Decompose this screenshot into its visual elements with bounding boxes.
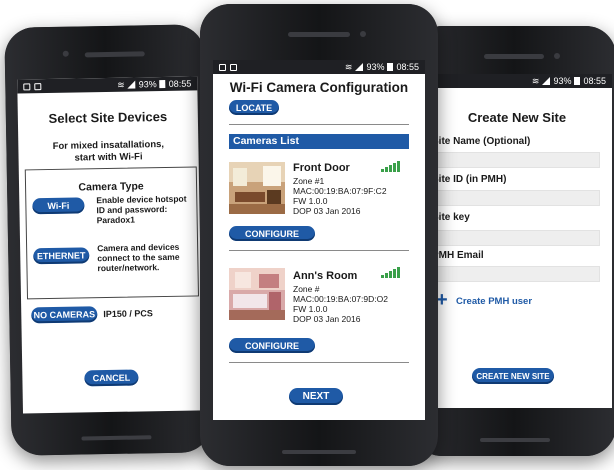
camera-zone: Zone #1 — [293, 176, 325, 186]
wifi-button[interactable]: Wi-Fi — [32, 197, 85, 215]
bedroom-image — [229, 268, 285, 320]
signal-icon — [355, 63, 364, 71]
site-key-field[interactable] — [432, 230, 600, 246]
ethernet-description: Camera and devices connect to the same r… — [97, 242, 180, 273]
ethernet-desc-line-3: router/network. — [97, 262, 160, 274]
anns-room-thumbnail — [229, 268, 285, 320]
cameras-list-header: Cameras List — [229, 134, 409, 149]
page-title: Create New Site — [467, 110, 567, 125]
wifi-icon: ≋ — [117, 79, 125, 90]
camera-mac: MAC:00:19:BA:07:9D:O2 — [293, 294, 388, 304]
camera-mac: MAC:00:19:BA:07:9F:C2 — [293, 186, 387, 196]
signal-icon — [127, 80, 136, 89]
battery-percent: 93% — [366, 62, 385, 72]
configure-button[interactable]: CONFIGURE — [229, 226, 315, 241]
create-pmh-user-link[interactable]: Create PMH user — [456, 296, 532, 307]
signal-icon — [542, 77, 551, 85]
battery-icon — [574, 77, 581, 85]
signal-strength-icon — [381, 160, 400, 172]
pmh-email-label: PMH Email — [432, 250, 484, 261]
create-new-site-button[interactable]: CREATE NEW SITE — [472, 368, 554, 384]
status-time: 08:55 — [396, 62, 419, 72]
site-name-label: Site Name (Optional) — [432, 136, 531, 147]
subtitle-line-2: start with Wi-Fi — [74, 151, 143, 164]
site-id-label: Site ID (in PMH) — [432, 174, 507, 185]
front-camera-icon — [62, 50, 69, 57]
status-bar: ≋ 93% 08:55 — [422, 74, 612, 88]
living-room-image — [229, 162, 285, 214]
create-new-site-screen: ≋ 93% 08:55 Create New Site Site Name (O… — [422, 74, 612, 408]
no-cameras-button[interactable]: NO CAMERAS — [31, 306, 98, 324]
center-phone: ≋ 93% 08:55 Wi-Fi Camera Configuration L… — [200, 4, 438, 466]
status-time: 08:55 — [168, 78, 192, 89]
camera-dop: DOP 03 Jan 2016 — [293, 206, 361, 216]
home-indicator — [480, 438, 550, 442]
battery-percent: 93% — [138, 79, 157, 90]
ethernet-button[interactable]: ETHERNET — [33, 247, 90, 265]
site-name-field[interactable] — [432, 152, 600, 168]
camera-fw: FW 1.0.0 — [293, 304, 328, 314]
home-indicator — [282, 450, 356, 454]
no-cameras-description: IP150 / PCS — [103, 308, 153, 320]
site-id-field[interactable] — [432, 190, 600, 206]
battery-icon — [159, 79, 166, 89]
camera-name: Ann's Room — [293, 270, 358, 282]
camera-details: Zone # MAC:00:19:BA:07:9D:O2 FW 1.0.0 DO… — [293, 284, 388, 324]
page-title: Wi-Fi Camera Configuration — [229, 80, 409, 95]
camera-type-panel: Camera Type Wi-Fi Enable device hotspot … — [24, 166, 199, 300]
wifi-description: Enable device hotspot ID and password: P… — [96, 194, 187, 226]
pmh-email-field[interactable] — [432, 266, 600, 282]
app-notification-icon — [34, 82, 42, 90]
right-phone: ≋ 93% 08:55 Create New Site Site Name (O… — [412, 26, 614, 456]
wifi-desc-line-3: Paradox1 — [96, 214, 136, 226]
front-camera-icon — [360, 31, 366, 37]
camera-name: Front Door — [293, 162, 350, 174]
camera-fw: FW 1.0.0 — [293, 196, 328, 206]
locate-button[interactable]: LOCATE — [229, 100, 279, 115]
wifi-icon: ≋ — [531, 75, 540, 86]
camera-details: Zone #1 MAC:00:19:BA:07:9F:C2 FW 1.0.0 D… — [293, 176, 387, 216]
battery-icon — [387, 63, 394, 71]
status-bar: ≋ 93% 08:55 — [17, 76, 198, 94]
next-button[interactable]: NEXT — [289, 388, 343, 405]
wifi-icon: ≋ — [344, 61, 353, 72]
image-notification-icon — [23, 82, 31, 90]
camera-dop: DOP 03 Jan 2016 — [293, 314, 361, 324]
speaker-grille — [84, 51, 145, 58]
cancel-button[interactable]: CANCEL — [84, 369, 139, 387]
left-phone: ≋ 93% 08:55 Select Site Devices For mixe… — [4, 24, 212, 456]
front-door-thumbnail — [229, 162, 285, 214]
speaker-grille — [288, 32, 350, 37]
battery-percent: 93% — [553, 76, 572, 86]
app-notification-icon — [230, 63, 237, 71]
camera-zone: Zone # — [293, 284, 320, 294]
divider — [229, 250, 409, 251]
status-time: 08:55 — [583, 76, 606, 86]
divider — [229, 362, 409, 363]
speaker-grille — [484, 54, 544, 59]
image-notification-icon — [219, 63, 226, 71]
signal-strength-icon — [381, 266, 400, 278]
select-site-devices-screen: ≋ 93% 08:55 Select Site Devices For mixe… — [17, 76, 203, 414]
camera-type-title: Camera Type — [78, 180, 144, 194]
page-title: Select Site Devices — [48, 108, 168, 127]
wifi-camera-configuration-screen: ≋ 93% 08:55 Wi-Fi Camera Configuration L… — [213, 60, 425, 420]
divider — [229, 124, 409, 125]
front-camera-icon — [554, 53, 560, 59]
configure-button[interactable]: CONFIGURE — [229, 338, 315, 353]
status-bar: ≋ 93% 08:55 — [213, 60, 425, 74]
